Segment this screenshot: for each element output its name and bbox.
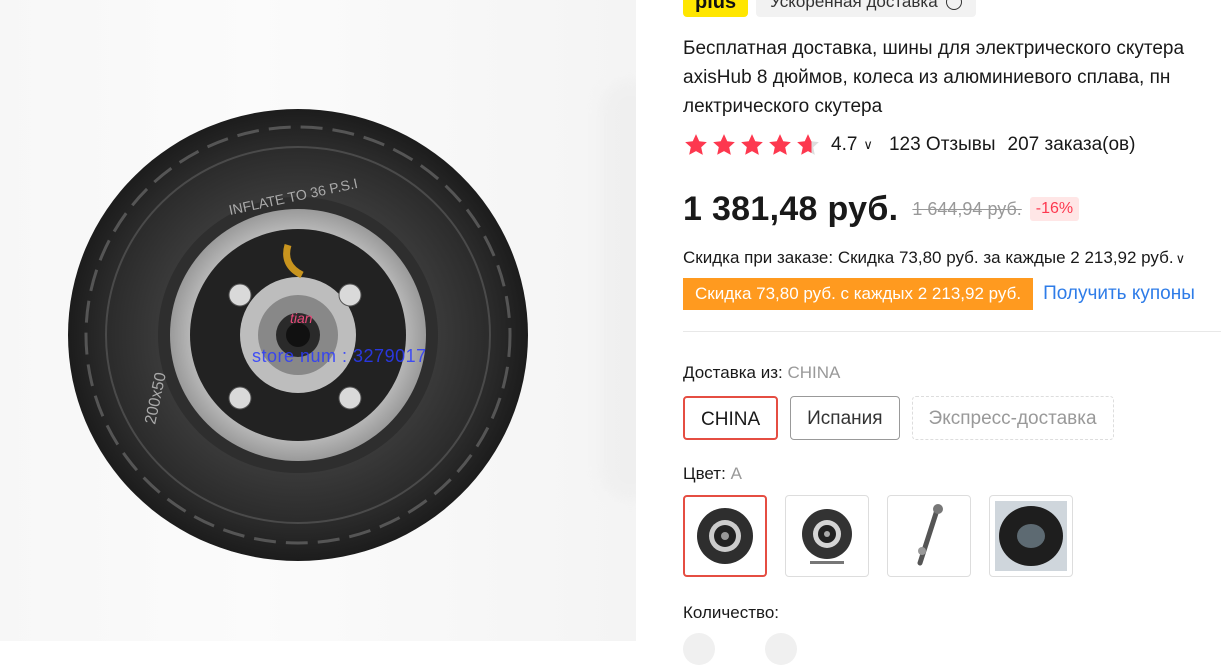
product-title: Бесплатная доставка, шины для электричес… <box>683 34 1221 121</box>
ship-option-spain[interactable]: Испания <box>790 396 900 440</box>
rating-row: 4.7 ∨ 123 Отзывы 207 заказа(ов) <box>683 131 1135 159</box>
top-badges: plus Ускоренная доставка <box>683 0 976 18</box>
chevron-down-icon[interactable]: ∨ <box>863 137 873 153</box>
color-value: A <box>730 464 742 483</box>
quantity-label: Количество: <box>683 603 780 622</box>
valve-tool-thumbnail <box>917 504 943 566</box>
color-title: Цвет: <box>683 464 726 483</box>
color-swatch-a[interactable] <box>683 495 767 577</box>
star-icon <box>685 134 707 155</box>
next-image-peek[interactable] <box>600 80 636 500</box>
product-title-line: лектрического скутера <box>683 96 883 117</box>
star-icon <box>713 134 735 155</box>
shipping-from-label: Доставка из: CHINA <box>683 363 840 383</box>
product-title-line: axisHub 8 дюймов, колеса из алюминиевого… <box>683 67 1171 88</box>
star-icon <box>741 134 763 155</box>
increment-button[interactable] <box>765 633 797 665</box>
order-discount-text: Скидка при заказе: Скидка 73,80 руб. за … <box>683 248 1174 267</box>
star-rating <box>683 132 821 158</box>
quantity-stepper <box>683 633 797 665</box>
reviews-link[interactable]: 123 Отзывы <box>889 134 996 156</box>
ship-option-express[interactable]: Экспресс-доставка <box>911 396 1114 440</box>
color-swatch-b[interactable] <box>785 495 869 577</box>
rating-value[interactable]: 4.7 <box>831 134 857 156</box>
promo-row: Скидка 73,80 руб. с каждых 2 213,92 руб.… <box>683 278 1195 310</box>
fast-shipping-label: Ускоренная доставка <box>770 0 938 11</box>
info-icon[interactable] <box>945 0 962 10</box>
color-swatch-d[interactable] <box>989 495 1073 577</box>
divider <box>683 331 1221 332</box>
chevron-down-icon[interactable]: ∨ <box>1176 251 1186 266</box>
promo-tag: Скидка 73,80 руб. с каждых 2 213,92 руб. <box>683 278 1034 310</box>
tire-thumbnail <box>802 509 852 564</box>
discount-badge: -16% <box>1029 197 1080 221</box>
orders-count: 207 заказа(ов) <box>1007 134 1136 155</box>
shipping-from-value: CHINA <box>787 363 841 382</box>
product-title-line: Бесплатная доставка, шины для электричес… <box>683 38 1185 59</box>
shipping-from-title: Доставка из: <box>683 363 783 382</box>
watermark-signature: tian <box>290 310 313 326</box>
current-price: 1 381,48 руб. <box>683 189 899 228</box>
color-options <box>683 495 1073 577</box>
watermark-store-number: store num : 3279017 <box>252 346 427 366</box>
color-label: Цвет: A <box>683 464 742 484</box>
product-main-image[interactable]: INFLATE TO 36 P.S.I 200x50 <box>60 95 550 585</box>
order-discount-info[interactable]: Скидка при заказе: Скидка 73,80 руб. за … <box>683 248 1185 268</box>
original-price: 1 644,94 руб. <box>912 198 1022 219</box>
product-image-gallery[interactable]: INFLATE TO 36 P.S.I 200x50 tian store nu… <box>0 0 636 641</box>
color-swatch-c[interactable] <box>887 495 971 577</box>
plus-badge: plus <box>683 0 749 17</box>
half-star-icon <box>797 134 819 155</box>
fast-shipping-badge[interactable]: Ускоренная доставка <box>756 0 976 17</box>
shipping-options: CHINA Испания Экспресс-доставка <box>683 396 1114 440</box>
decrement-button[interactable] <box>683 633 715 665</box>
price-row: 1 381,48 руб. 1 644,94 руб. -16% <box>683 187 1080 231</box>
star-icon <box>769 134 791 155</box>
tire-thumbnail <box>697 508 753 564</box>
get-coupons-link[interactable]: Получить купоны <box>1043 283 1195 305</box>
inner-tube-thumbnail <box>995 501 1067 571</box>
ship-option-china[interactable]: CHINA <box>683 396 779 440</box>
